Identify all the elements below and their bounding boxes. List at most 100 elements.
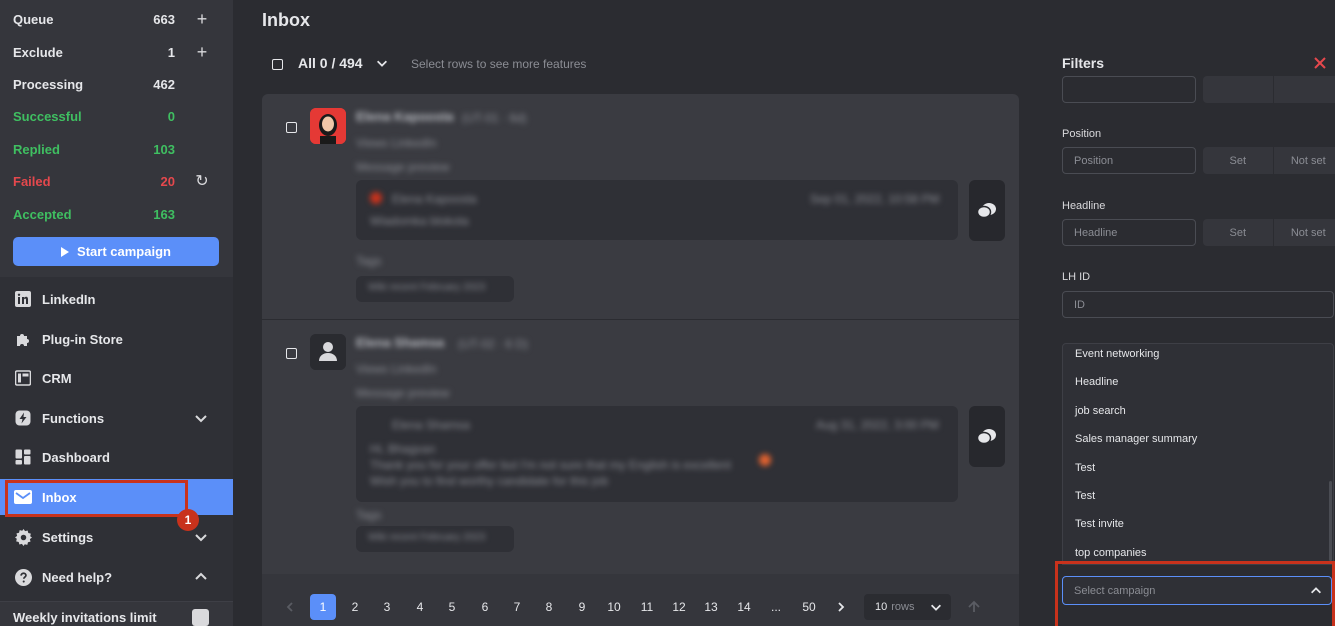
select-all-checkbox[interactable] (272, 59, 283, 70)
chevron-down-icon[interactable] (375, 56, 389, 70)
page-button[interactable]: 7 (504, 594, 530, 620)
nav-linkedin[interactable]: LinkedIn (0, 281, 233, 317)
stat-replied[interactable]: Replied 103 (13, 137, 223, 161)
rows-label: rows (891, 601, 915, 613)
add-icon[interactable]: + (193, 9, 211, 29)
lhid-field[interactable]: ID (1062, 291, 1334, 318)
weekly-invitations[interactable]: Weekly invitations limit (0, 601, 233, 626)
campaign-select[interactable]: Select campaign (1062, 576, 1332, 605)
stat-processing[interactable]: Processing 462 (13, 72, 223, 96)
puzzle-icon (14, 330, 32, 348)
page-button[interactable]: 2 (342, 594, 368, 620)
page-button[interactable]: 10 (601, 594, 627, 620)
list-item[interactable]: Elena Kapoosta (UT-01 · 6d) Views Linked… (262, 94, 1019, 319)
stat-exclude[interactable]: Exclude 1 + (13, 40, 223, 64)
dropdown-scrollbar[interactable] (1329, 481, 1332, 561)
chat-icon (977, 428, 996, 444)
tags-label: Tags (356, 508, 382, 522)
list-item[interactable]: Elena Shamsa (UT-02 · 6 D) Views LinkedI… (262, 319, 1019, 552)
stat-value: 663 (153, 11, 175, 27)
nav-crm[interactable]: CRM (0, 360, 233, 396)
page-button[interactable]: 9 (569, 594, 595, 620)
page-button[interactable]: 3 (374, 594, 400, 620)
row-checkbox[interactable] (286, 348, 297, 359)
stat-accepted[interactable]: Accepted 163 (13, 202, 223, 226)
campaign-option[interactable]: Test invite (1075, 518, 1124, 530)
campaign-option[interactable]: job search (1075, 405, 1126, 417)
not-set-option[interactable] (1272, 76, 1335, 103)
page-button[interactable]: 6 (472, 594, 498, 620)
bolt-icon (14, 409, 32, 427)
set-option[interactable]: Set (1203, 147, 1273, 174)
step-badge: 1 (177, 509, 199, 531)
page-button[interactable]: 8 (536, 594, 562, 620)
nav-dashboard[interactable]: Dashboard (0, 439, 233, 475)
campaign-option[interactable]: Test (1075, 462, 1095, 474)
tag-chip: Wiki recent February 2023 (356, 276, 514, 302)
page-button[interactable]: 11 (634, 594, 660, 620)
selection-count[interactable]: All 0 / 494 (298, 55, 363, 71)
next-page-button[interactable] (828, 594, 854, 620)
page-button[interactable]: 50 (796, 594, 822, 620)
page-button[interactable]: 14 (731, 594, 757, 620)
reply-button[interactable] (969, 406, 1005, 467)
nav-plugin-store[interactable]: Plug-in Store (0, 321, 233, 357)
page-button[interactable]: 5 (439, 594, 465, 620)
scroll-top-button[interactable] (961, 594, 987, 620)
page-button[interactable]: 13 (698, 594, 724, 620)
headline-field[interactable]: Headline (1062, 219, 1196, 246)
pagination: 1 2 3 4 5 6 7 8 9 10 11 12 13 14 ... 50 … (262, 574, 1019, 626)
position-set-toggle[interactable]: Set Not set (1203, 147, 1335, 174)
company-field[interactable] (1062, 76, 1196, 103)
campaign-option[interactable]: Test (1075, 490, 1095, 502)
position-label: Position (1062, 128, 1102, 140)
headline-label: Headline (1062, 200, 1106, 212)
company-set-toggle[interactable] (1203, 76, 1335, 103)
set-option[interactable]: Set (1203, 219, 1273, 246)
prev-page-button[interactable] (277, 594, 303, 620)
not-set-option[interactable]: Not set (1272, 147, 1335, 174)
start-campaign-button[interactable]: Start campaign (13, 237, 219, 266)
nav-help[interactable]: Need help? (0, 559, 233, 595)
stat-value: 0 (167, 108, 175, 124)
avatar (310, 334, 346, 370)
add-icon[interactable]: + (193, 42, 211, 62)
stat-successful[interactable]: Successful 0 (13, 104, 223, 128)
play-icon (61, 246, 70, 257)
page-button[interactable]: 1 (310, 594, 336, 620)
bubble-author: Elena Shamsa (392, 418, 471, 432)
stat-failed[interactable]: Failed 20 ↻ (13, 169, 223, 193)
set-option[interactable] (1203, 76, 1273, 103)
campaign-option[interactable]: Sales manager summary (1075, 433, 1197, 445)
stat-label: Accepted (13, 206, 72, 222)
stat-value: 163 (153, 206, 175, 222)
tags-label: Tags (356, 254, 382, 268)
tag-text: Wiki recent February 2023 (368, 532, 486, 543)
page-button[interactable]: 12 (666, 594, 692, 620)
external-link-icon[interactable] (192, 609, 209, 626)
reply-button[interactable] (969, 180, 1005, 241)
campaign-option[interactable]: top companies (1075, 547, 1147, 559)
nav-functions[interactable]: Functions (0, 400, 233, 436)
bubble-date: Aug 31, 2022, 3:00 PM (816, 418, 939, 432)
nav-label: Plug-in Store (42, 331, 123, 347)
stat-value: 462 (153, 76, 175, 92)
section-label: Message preview (356, 386, 450, 400)
rows-value: 10 (875, 601, 888, 613)
not-set-option[interactable]: Not set (1272, 219, 1335, 246)
row-checkbox[interactable] (286, 122, 297, 133)
stat-queue[interactable]: Queue 663 + (13, 7, 223, 31)
page-button[interactable]: 4 (407, 594, 433, 620)
headline-set-toggle[interactable]: Set Not set (1203, 219, 1335, 246)
stat-label: Failed (13, 173, 51, 189)
campaign-option[interactable]: Event networking (1075, 348, 1159, 360)
campaign-option[interactable]: Headline (1075, 376, 1118, 388)
rows-per-page-select[interactable]: 10 rows (864, 594, 951, 620)
position-field[interactable]: Position (1062, 147, 1196, 174)
bubble-text: Thank you for your offer but I'm not sur… (370, 458, 731, 472)
chevron-left-icon (286, 602, 293, 612)
close-icon[interactable] (1312, 55, 1328, 71)
contact-subtitle: Views LinkedIn (356, 362, 437, 376)
message-bubble: Elena Kapoosta Sep 01, 2022, 10:58 PM Wi… (356, 180, 958, 240)
retry-icon[interactable]: ↻ (193, 172, 211, 190)
